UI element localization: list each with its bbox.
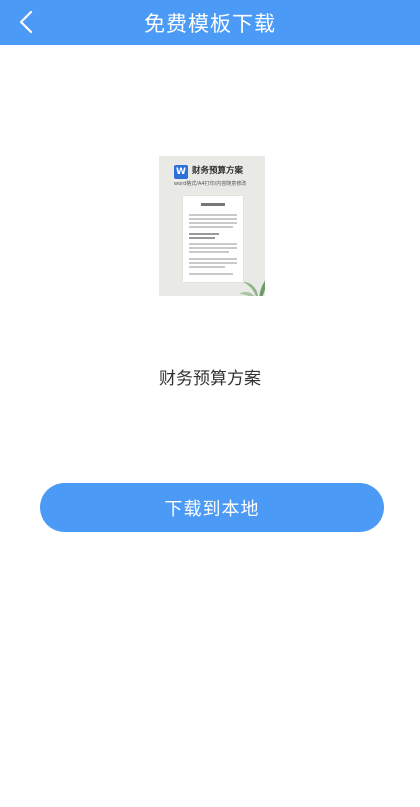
- preview-text-line: [189, 233, 219, 235]
- chevron-left-icon: [19, 10, 33, 34]
- thumbnail-subtitle: word格式/A4打印/内容随意修改: [174, 181, 247, 187]
- back-button[interactable]: [10, 4, 42, 40]
- preview-text-line: [189, 273, 233, 275]
- preview-text-line: [189, 266, 225, 268]
- preview-text-line: [189, 251, 229, 253]
- document-preview-page: [183, 196, 243, 282]
- preview-text-line: [189, 237, 215, 239]
- preview-heading-line: [201, 203, 225, 206]
- preview-text-line: [189, 247, 237, 249]
- download-button[interactable]: 下载到本地: [40, 483, 384, 532]
- preview-text-line: [189, 258, 237, 260]
- preview-text-line: [189, 214, 237, 216]
- thumbnail-title: 财务预算方案: [192, 166, 244, 176]
- preview-text-line: [189, 243, 237, 245]
- preview-text-line: [189, 262, 237, 264]
- template-name: 财务预算方案: [159, 369, 261, 389]
- preview-text-line: [189, 222, 237, 224]
- template-thumbnail[interactable]: W 财务预算方案 word格式/A4打印/内容随意修改: [159, 156, 265, 296]
- preview-text-line: [189, 218, 237, 220]
- word-icon: W: [174, 165, 188, 179]
- plant-decoration-icon: [239, 280, 265, 296]
- page-title: 免费模板下载: [144, 11, 276, 36]
- preview-text-line: [189, 226, 233, 228]
- download-button-label: 下载到本地: [164, 498, 260, 520]
- top-bar: 免费模板下载: [0, 0, 420, 45]
